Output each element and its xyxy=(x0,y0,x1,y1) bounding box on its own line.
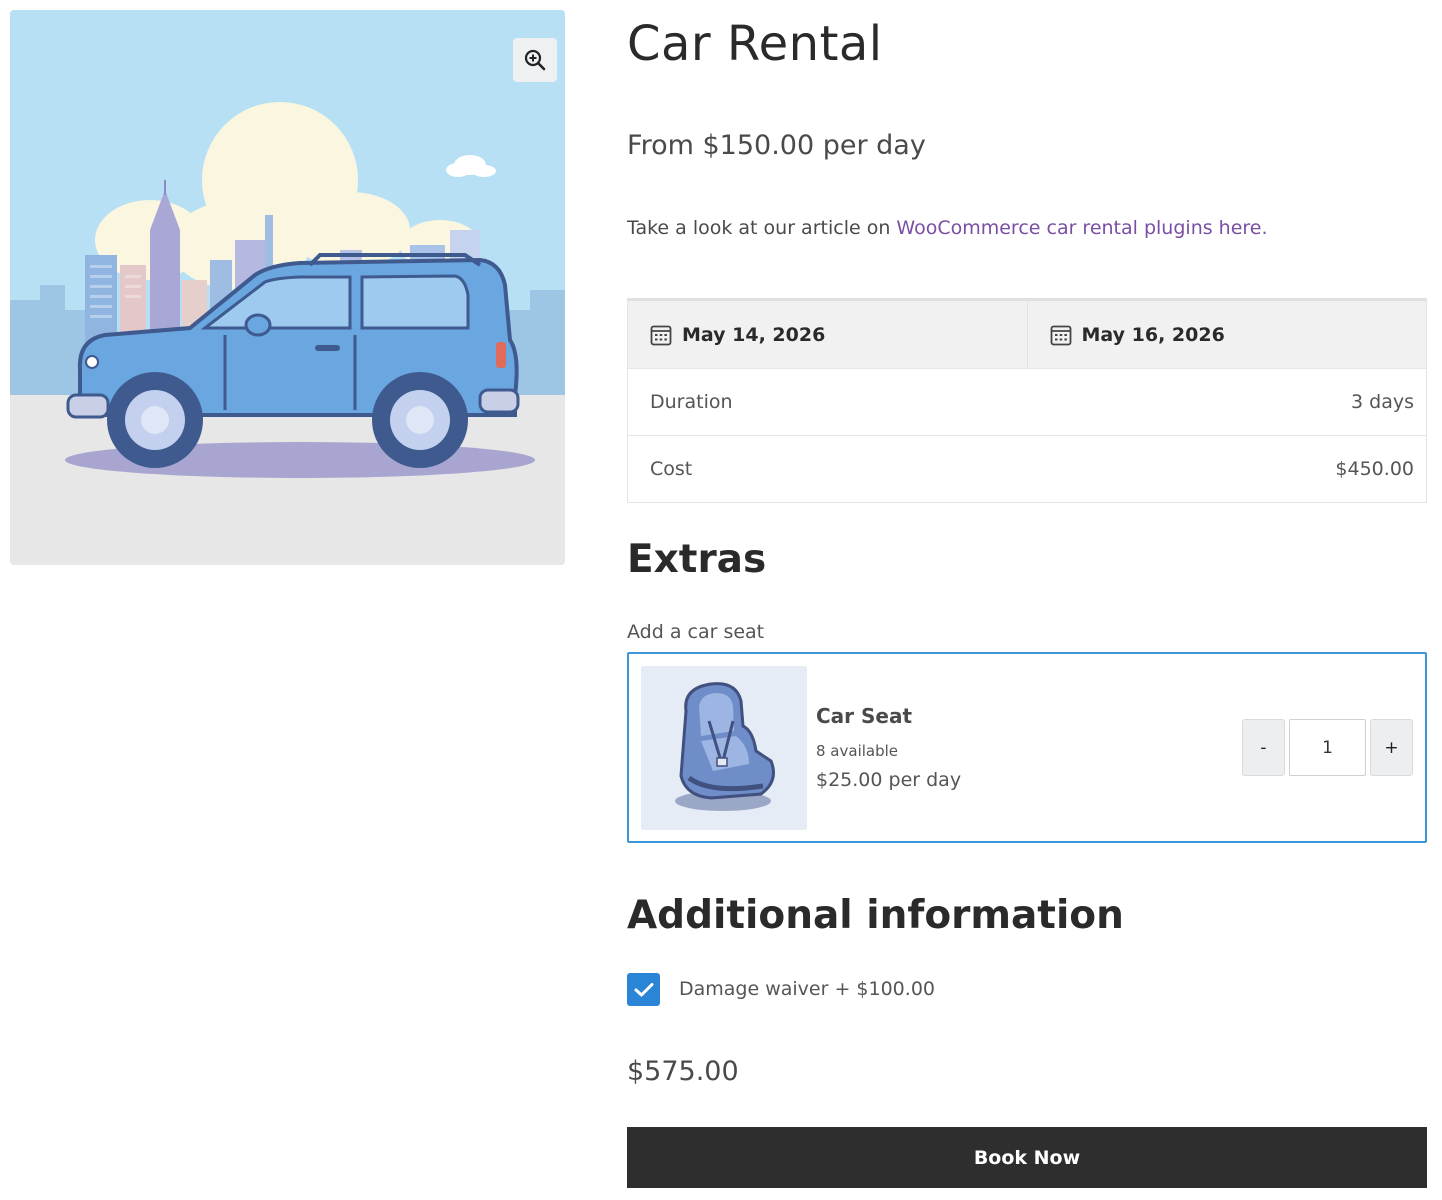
quantity-input[interactable]: 1 xyxy=(1289,719,1366,776)
article-link[interactable]: WooCommerce car rental plugins here. xyxy=(896,217,1267,239)
quantity-stepper: - 1 + xyxy=(1242,719,1413,776)
car-seat-icon xyxy=(675,682,775,811)
dates-row: May 14, 2026 May 16, 2026 xyxy=(628,301,1426,368)
damage-waiver-label[interactable]: Damage waiver + $100.00 xyxy=(679,978,935,1000)
booking-summary: May 14, 2026 May 16, 2026 Duration 3 day… xyxy=(627,298,1427,503)
car-seat-image xyxy=(641,666,807,830)
damage-waiver-checkbox[interactable] xyxy=(627,973,660,1006)
cost-label: Cost xyxy=(650,458,693,480)
extras-heading: Extras xyxy=(627,537,767,582)
decrement-button[interactable]: - xyxy=(1242,719,1285,776)
extras-label: Add a car seat xyxy=(627,621,765,643)
car-seat-extra[interactable]: Car Seat 8 available $25.00 per day - 1 … xyxy=(627,652,1427,843)
zoom-button[interactable] xyxy=(513,38,557,82)
total-price: $575.00 xyxy=(627,1056,739,1087)
extra-availability: 8 available xyxy=(816,742,899,760)
article-text: Take a look at our article on WooCommerc… xyxy=(627,217,1268,239)
additional-info-heading: Additional information xyxy=(627,893,1124,938)
book-now-button[interactable]: Book Now xyxy=(627,1127,1427,1188)
start-date-cell[interactable]: May 14, 2026 xyxy=(628,301,1027,368)
duration-value: 3 days xyxy=(1351,391,1414,413)
cost-value: $450.00 xyxy=(1335,458,1414,480)
end-date: May 16, 2026 xyxy=(1081,323,1225,346)
checkmark-icon xyxy=(634,982,653,996)
cost-row: Cost $450.00 xyxy=(628,435,1426,502)
calendar-icon xyxy=(650,325,672,345)
duration-label: Duration xyxy=(650,391,733,413)
end-date-cell[interactable]: May 16, 2026 xyxy=(1026,301,1427,368)
extra-name: Car Seat xyxy=(816,704,913,728)
product-image[interactable] xyxy=(10,10,565,565)
zoom-in-icon xyxy=(524,49,546,71)
article-prefix: Take a look at our article on xyxy=(627,217,897,239)
extra-price: $25.00 per day xyxy=(816,769,962,791)
price-from: From $150.00 per day xyxy=(627,130,926,161)
duration-row: Duration 3 days xyxy=(628,368,1426,435)
product-title: Car Rental xyxy=(627,16,883,72)
start-date: May 14, 2026 xyxy=(682,323,826,346)
increment-button[interactable]: + xyxy=(1370,719,1413,776)
calendar-icon xyxy=(1050,325,1071,345)
car-illustration xyxy=(10,10,565,565)
